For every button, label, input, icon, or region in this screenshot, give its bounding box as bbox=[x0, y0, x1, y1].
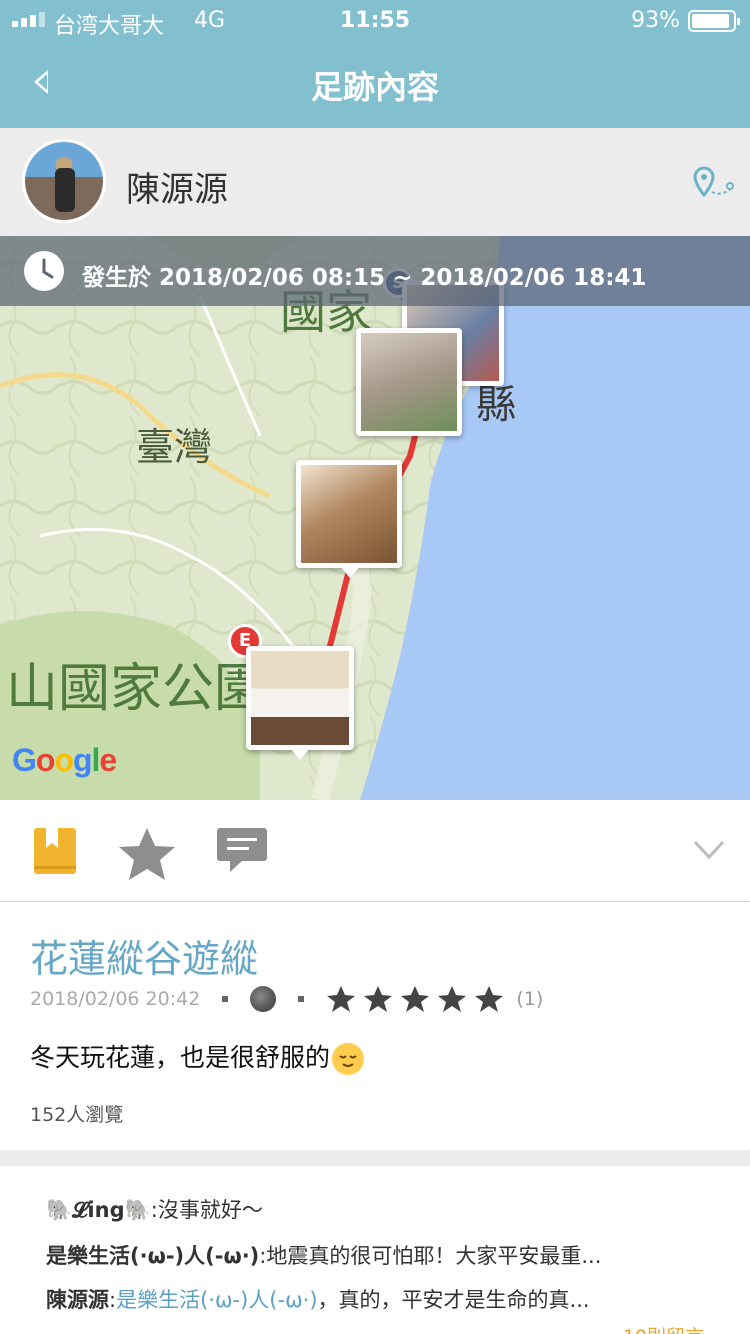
more-comments-link[interactable]: 10則留言 bbox=[623, 1322, 704, 1334]
location-pin-icon[interactable] bbox=[692, 166, 736, 200]
photo-marker-3[interactable] bbox=[296, 460, 402, 568]
post-text: 冬天玩花蓮，也是很舒服的 bbox=[30, 1038, 365, 1075]
rating-star-icon bbox=[327, 986, 356, 1012]
post-text-body: 冬天玩花蓮，也是很舒服的 bbox=[30, 1043, 331, 1072]
battery-percent: 93% bbox=[631, 8, 680, 33]
photo-marker-4-pointer bbox=[290, 748, 310, 760]
comment-icon[interactable] bbox=[216, 826, 268, 880]
page-title: 足跡內容 bbox=[310, 68, 439, 106]
post-title: 花蓮縱谷遊縱 bbox=[30, 937, 259, 981]
star-icon[interactable] bbox=[116, 826, 178, 886]
globe-icon bbox=[250, 986, 277, 1012]
post-date: 2018/02/06 20:42 bbox=[30, 988, 201, 1010]
rating-stars[interactable] bbox=[326, 985, 504, 1013]
photo-marker-3-pointer bbox=[340, 566, 360, 578]
rating-star-icon bbox=[438, 986, 467, 1012]
battery-icon bbox=[688, 10, 740, 32]
comment-item[interactable]: 陳源源:是樂生活(·ω-)人(-ω·)，真的，平安才是生命的真... bbox=[46, 1284, 706, 1314]
user-name[interactable]: 陳源源 bbox=[126, 162, 228, 211]
comment-text: 沒事就好～ bbox=[157, 1198, 263, 1222]
time-range-bar: 發生於 2018/02/06 08:15 ~ 2018/02/06 18:41 bbox=[0, 236, 750, 306]
profile-row: 陳源源 bbox=[0, 128, 750, 236]
bookmark-icon[interactable] bbox=[32, 826, 78, 880]
comment-mention[interactable]: 是樂生活(·ω-)人(-ω·) bbox=[116, 1288, 317, 1312]
separator-dot bbox=[298, 996, 305, 1002]
comment-author[interactable]: 🐘𝓛ing🐘 bbox=[46, 1198, 151, 1222]
rating-star-icon bbox=[475, 986, 504, 1012]
rating-star-icon bbox=[401, 986, 430, 1012]
google-logo: Google bbox=[12, 742, 117, 778]
comment-item[interactable]: 是樂生活(·ω-)人(-ω·):地震真的很可怕耶！大家平安最重... bbox=[46, 1240, 706, 1270]
photo-marker-2[interactable] bbox=[356, 328, 462, 436]
status-bar: 台湾大哥大 4G 11:55 93% bbox=[0, 0, 750, 40]
action-bar bbox=[0, 800, 750, 902]
map-label-taiwan: 臺灣 bbox=[136, 425, 213, 469]
view-count: 152人瀏覽 bbox=[30, 1104, 124, 1126]
chevron-down-icon[interactable] bbox=[692, 838, 726, 866]
section-divider bbox=[0, 1150, 750, 1166]
post-content: 花蓮縱谷遊縱 2018/02/06 20:42 (1) 冬天玩花蓮，也是很舒服的… bbox=[0, 902, 750, 1150]
comment-text: ，真的，平安才是生命的真... bbox=[317, 1288, 590, 1312]
photo-marker-4[interactable] bbox=[246, 646, 354, 750]
route-map[interactable]: 臺灣 國家 山國家公園 縣 S E Google bbox=[0, 236, 750, 800]
time-prefix: 發生於 bbox=[82, 265, 151, 291]
comment-author[interactable]: 是樂生活(·ω-)人(-ω·) bbox=[46, 1244, 259, 1268]
clock-icon bbox=[24, 251, 64, 291]
comment-item[interactable]: 🐘𝓛ing🐘:沒事就好～ bbox=[46, 1194, 706, 1224]
post-meta: 2018/02/06 20:42 (1) bbox=[30, 986, 543, 1012]
comment-text: 地震真的很可怕耶！大家平安最重... bbox=[266, 1244, 602, 1268]
rating-count: (1) bbox=[516, 988, 544, 1010]
time-range-value: 2018/02/06 08:15 ~ 2018/02/06 18:41 bbox=[159, 265, 647, 291]
avatar[interactable] bbox=[22, 139, 106, 223]
time-range: 發生於 2018/02/06 08:15 ~ 2018/02/06 18:41 bbox=[82, 258, 646, 292]
relieved-face-icon bbox=[332, 1043, 365, 1075]
separator-dot bbox=[222, 996, 229, 1002]
rating-star-icon bbox=[364, 986, 393, 1012]
map-label-national-park: 山國家公園 bbox=[6, 659, 267, 719]
top-bar: 台湾大哥大 4G 11:55 93% 足跡內容 bbox=[0, 0, 750, 128]
comments-section: 🐘𝓛ing🐘:沒事就好～ 是樂生活(·ω-)人(-ω·):地震真的很可怕耶！大家… bbox=[0, 1166, 750, 1334]
comment-author[interactable]: 陳源源 bbox=[46, 1288, 109, 1312]
